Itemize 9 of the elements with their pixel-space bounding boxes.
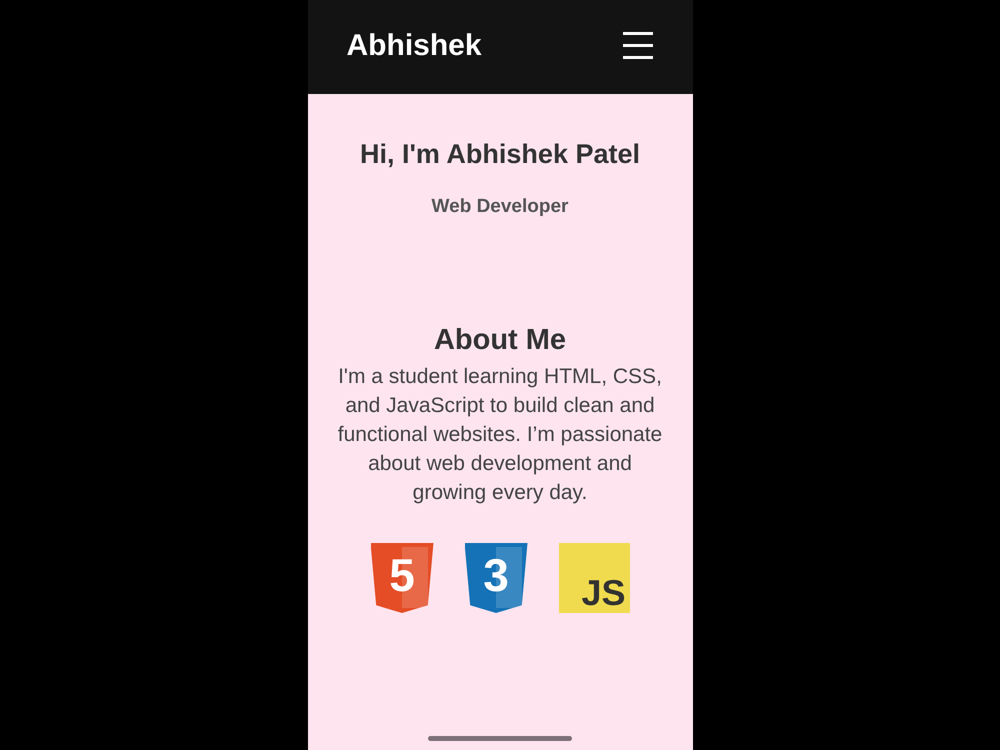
menu-icon[interactable] [622,32,652,59]
site-title[interactable]: Abhishek [346,28,482,64]
hero-heading: Hi, I'm Abhishek Patel [360,139,640,170]
square-logo: JS [558,543,630,613]
about-heading: About Me [434,323,566,357]
hero-subtitle: Web Developer [432,195,568,218]
shield-logo: 3 [464,543,528,613]
about-paragraph: I'm a student learning HTML, CSS, and JavaScript to build clean and functional websites. I’m passionate about web development and growing every day. [336,364,664,506]
shield-logo: 5 [370,543,434,613]
